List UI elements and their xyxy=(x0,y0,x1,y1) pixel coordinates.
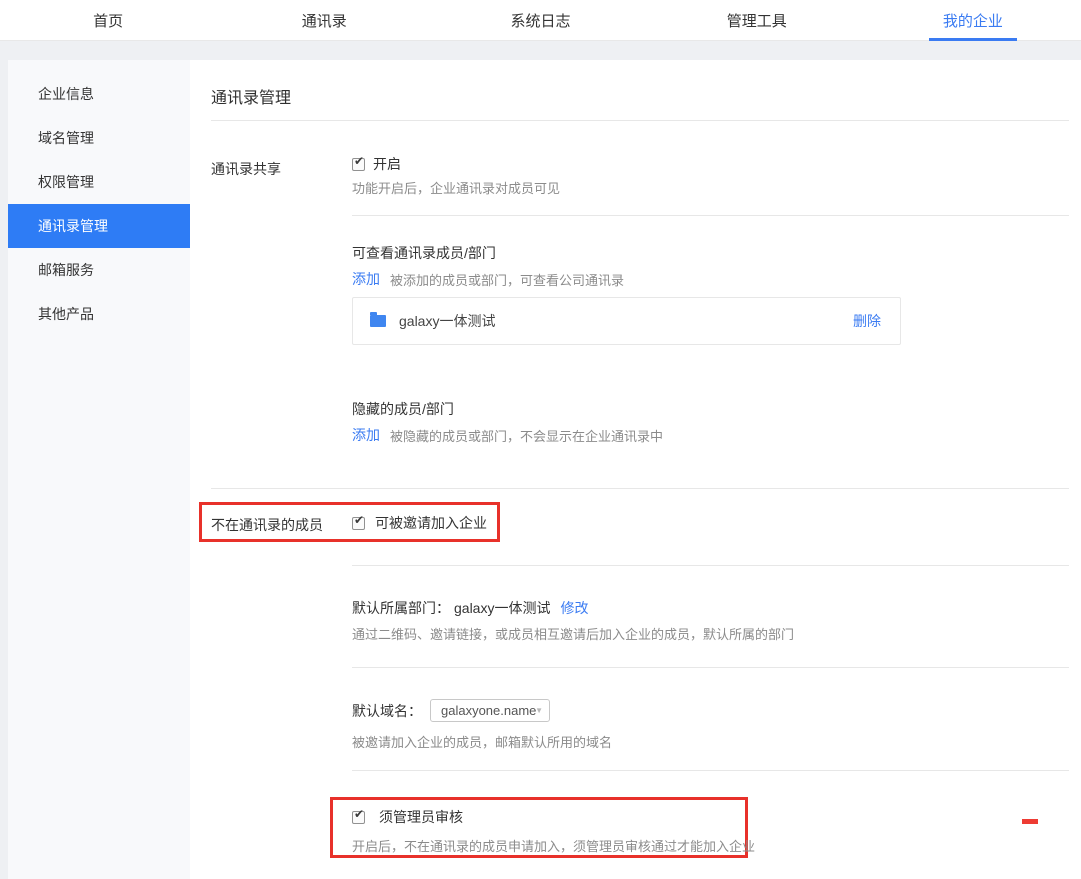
nav-item-label: 首页 xyxy=(93,10,123,31)
invite-allowed-checkbox-label: 可被邀请加入企业 xyxy=(375,513,487,533)
contacts-share-checkbox[interactable]: ✔ xyxy=(352,158,365,171)
hidden-add-hint: 被隐藏的成员或部门，不会显示在企业通讯录中 xyxy=(390,426,663,445)
divider xyxy=(352,565,1069,566)
hidden-add-link[interactable]: 添加 xyxy=(352,425,380,445)
checkmark-icon: ✔ xyxy=(354,514,364,527)
member-delete-link[interactable]: 删除 xyxy=(853,311,900,331)
sidebar: 企业信息 域名管理 权限管理 通讯录管理 邮箱服务 其他产品 xyxy=(8,60,190,879)
nav-item-label: 管理工具 xyxy=(727,10,787,31)
contacts-share-checkbox-label: 开启 xyxy=(373,154,401,174)
contacts-share-label: 通讯录共享 xyxy=(211,159,281,179)
active-tab-underline xyxy=(929,38,1017,41)
nav-item-system-log[interactable]: 系统日志 xyxy=(432,0,648,40)
member-name: galaxy一体测试 xyxy=(399,311,495,331)
invite-allowed-checkbox[interactable]: ✔ xyxy=(352,517,365,530)
divider xyxy=(352,770,1069,771)
admin-review-checkbox-row: ✔ 须管理员审核 xyxy=(352,807,463,827)
nav-item-label: 我的企业 xyxy=(943,10,1003,31)
default-dept-desc: 通过二维码、邀请链接，或成员相互邀请后加入企业的成员，默认所属的部门 xyxy=(352,624,794,643)
contacts-share-desc: 功能开启后，企业通讯录对成员可见 xyxy=(352,178,560,197)
sidebar-item-contacts-management[interactable]: 通讯录管理 xyxy=(8,204,190,248)
checkmark-icon: ✔ xyxy=(354,155,364,168)
default-dept-value: galaxy一体测试 xyxy=(454,598,550,618)
checkmark-icon: ✔ xyxy=(354,808,364,821)
default-domain-desc: 被邀请加入企业的成员，邮箱默认所用的域名 xyxy=(352,732,612,751)
default-domain-select[interactable]: galaxyone.name ▼ xyxy=(430,699,550,722)
viewable-members-heading: 可查看通讯录成员/部门 xyxy=(352,243,496,263)
hidden-add-row: 添加 被隐藏的成员或部门，不会显示在企业通讯录中 xyxy=(352,425,663,445)
default-domain-row: 默认域名： galaxyone.name ▼ xyxy=(352,699,550,722)
outside-members-label: 不在通讯录的成员 xyxy=(211,515,323,535)
viewable-member-row: galaxy一体测试 删除 xyxy=(352,297,901,345)
nav-item-label: 通讯录 xyxy=(302,10,347,31)
default-domain-label: 默认域名： xyxy=(352,701,422,721)
admin-review-checkbox[interactable]: ✔ xyxy=(352,811,365,824)
default-dept-edit-link[interactable]: 修改 xyxy=(560,598,588,618)
viewable-add-row: 添加 被添加的成员或部门，可查看公司通讯录 xyxy=(352,269,624,289)
viewable-add-link[interactable]: 添加 xyxy=(352,269,380,289)
default-dept-row: 默认所属部门： galaxy一体测试 修改 xyxy=(352,598,588,618)
sidebar-item-mail-service[interactable]: 邮箱服务 xyxy=(8,248,190,292)
divider xyxy=(211,488,1069,489)
folder-icon xyxy=(370,315,386,327)
admin-review-desc: 开启后，不在通讯录的成员申请加入，须管理员审核通过才能加入企业 xyxy=(352,836,755,855)
default-dept-label: 默认所属部门： xyxy=(352,598,450,618)
sidebar-item-other-products[interactable]: 其他产品 xyxy=(8,292,190,336)
main-content: 通讯录管理 通讯录共享 ✔ 开启 功能开启后，企业通讯录对成员可见 可查看通讯录… xyxy=(190,60,1081,879)
annotation-red-dash xyxy=(1022,819,1038,824)
nav-item-label: 系统日志 xyxy=(511,10,571,31)
sidebar-item-enterprise-info[interactable]: 企业信息 xyxy=(8,72,190,116)
contacts-share-checkbox-row: ✔ 开启 xyxy=(352,154,401,174)
hidden-members-heading: 隐藏的成员/部门 xyxy=(352,399,454,419)
sidebar-item-domain-management[interactable]: 域名管理 xyxy=(8,116,190,160)
divider xyxy=(352,667,1069,668)
nav-item-home[interactable]: 首页 xyxy=(0,0,216,40)
caret-down-icon: ▼ xyxy=(535,706,543,715)
divider xyxy=(352,215,1069,216)
admin-review-checkbox-label: 须管理员审核 xyxy=(379,807,463,827)
nav-item-contacts[interactable]: 通讯录 xyxy=(216,0,432,40)
outside-members-checkbox-row: ✔ 可被邀请加入企业 xyxy=(352,513,487,533)
sidebar-item-permission-management[interactable]: 权限管理 xyxy=(8,160,190,204)
viewable-add-hint: 被添加的成员或部门，可查看公司通讯录 xyxy=(390,270,624,289)
default-domain-selected-value: galaxyone.name xyxy=(441,703,536,718)
nav-item-admin-tools[interactable]: 管理工具 xyxy=(649,0,865,40)
divider xyxy=(211,120,1069,121)
nav-item-my-enterprise[interactable]: 我的企业 xyxy=(865,0,1081,40)
top-navigation: 首页 通讯录 系统日志 管理工具 我的企业 xyxy=(0,0,1081,41)
page-title: 通讯录管理 xyxy=(211,84,291,108)
